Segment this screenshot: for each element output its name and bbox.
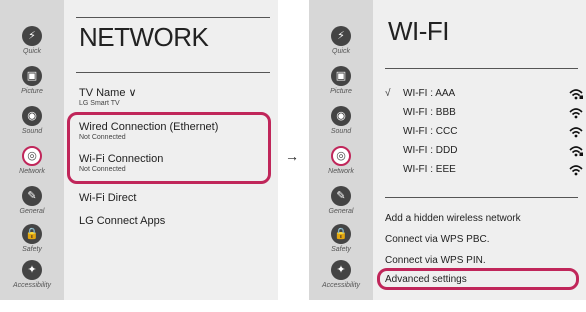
sidebar-item-network[interactable]: ◎ Network <box>0 146 64 175</box>
advanced-settings-option[interactable]: Advanced settings <box>385 274 467 285</box>
safety-icon: 🔒 <box>331 224 351 244</box>
menu-item-status: Not Connected <box>79 166 126 173</box>
wifi-network-name: WI-FI : BBB <box>403 107 456 118</box>
selected-check: √ <box>385 88 391 99</box>
picture-icon: ▣ <box>22 66 42 86</box>
menu-item-label: TV Name ∨ <box>79 87 137 99</box>
wifi-signal-icon <box>569 108 583 119</box>
sidebar-item-sound[interactable]: ◉ Sound <box>0 106 64 135</box>
menu-item-value: LG Smart TV <box>79 100 120 107</box>
sidebar-item-label: Quick <box>23 48 41 55</box>
wifi-locked-icon <box>569 146 583 157</box>
title-divider-bottom <box>76 72 270 73</box>
wifi-network-name: WI-FI : AAA <box>403 88 456 99</box>
sound-icon: ◉ <box>22 106 42 126</box>
sidebar-item-label: Accessibility <box>12 282 52 289</box>
wifi-locked-icon <box>569 89 583 100</box>
network-content: NETWORK TV Name ∨ LG Smart TV Wired Conn… <box>64 0 278 300</box>
sidebar-item-safety[interactable]: 🔒 Safety <box>309 224 373 253</box>
sidebar-item-safety[interactable]: 🔒 Safety <box>0 224 64 253</box>
wifi-network-item[interactable]: WI-FI : BBB <box>385 107 583 122</box>
sidebar-item-sound[interactable]: ◉ Sound <box>309 106 373 135</box>
wifi-network-item[interactable]: WI-FI : DDD <box>385 145 583 160</box>
wifi-network-name: WI-FI : EEE <box>403 164 456 175</box>
sidebar-item-label: Sound <box>330 128 352 135</box>
menu-item-status: Not Connected <box>79 134 126 141</box>
network-settings-panel: ⚡ Quick ▣ Picture ◉ Sound ◎ Network ✎ Ge… <box>0 0 278 300</box>
sidebar-item-accessibility[interactable]: ✦ Accessibility <box>309 260 373 289</box>
picture-icon: ▣ <box>331 66 351 86</box>
menu-item-label: Wi-Fi Direct <box>79 192 137 204</box>
add-hidden-network-option[interactable]: Add a hidden wireless network <box>385 213 521 224</box>
connect-wps-pbc-option[interactable]: Connect via WPS PBC. <box>385 234 489 245</box>
title-divider-bottom <box>385 68 578 69</box>
list-divider <box>385 197 578 198</box>
sidebar-item-label: Picture <box>21 88 43 95</box>
wifi-signal-icon <box>569 165 583 176</box>
connect-wps-pin-option[interactable]: Connect via WPS PIN. <box>385 255 486 266</box>
menu-item-label: Wi-Fi Connection <box>79 153 164 165</box>
safety-icon: 🔒 <box>22 224 42 244</box>
sidebar-item-quick[interactable]: ⚡ Quick <box>309 26 373 55</box>
settings-sidebar: ⚡ Quick ▣ Picture ◉ Sound ◎ Network ✎ Ge… <box>309 0 373 300</box>
accessibility-icon: ✦ <box>22 260 42 280</box>
quick-icon: ⚡ <box>22 26 42 46</box>
accessibility-icon: ✦ <box>331 260 351 280</box>
menu-item-tv-name[interactable]: TV Name ∨ LG Smart TV <box>79 86 137 107</box>
menu-item-wired-connection[interactable]: Wired Connection (Ethernet) Not Connecte… <box>79 121 218 141</box>
sidebar-item-label: Sound <box>21 128 43 135</box>
wifi-network-item[interactable]: WI-FI : CCC <box>385 126 583 141</box>
sidebar-item-label: General <box>328 208 354 215</box>
wifi-network-name: WI-FI : CCC <box>403 126 458 137</box>
sidebar-item-label: Picture <box>330 88 352 95</box>
general-icon: ✎ <box>22 186 42 206</box>
menu-item-wifi-connection[interactable]: Wi-Fi Connection Not Connected <box>79 153 163 173</box>
menu-item-label: Wired Connection (Ethernet) <box>79 121 219 133</box>
sidebar-item-general[interactable]: ✎ General <box>309 186 373 215</box>
wifi-settings-panel: ⚡ Quick ▣ Picture ◉ Sound ◎ Network ✎ Ge… <box>309 0 586 300</box>
page-title: WI-FI <box>388 16 450 46</box>
menu-item-label: LG Connect Apps <box>79 215 166 227</box>
sidebar-item-label: Network <box>328 168 354 175</box>
wifi-network-name: WI-FI : DDD <box>403 145 458 156</box>
transition-arrow: → <box>285 148 299 164</box>
sidebar-item-quick[interactable]: ⚡ Quick <box>0 26 64 55</box>
wifi-signal-icon <box>569 127 583 138</box>
wifi-content: WI-FI √ WI-FI : AAA WI-FI : BBB WI-FI : <box>373 0 586 300</box>
sidebar-item-label: Quick <box>332 48 350 55</box>
sidebar-item-picture[interactable]: ▣ Picture <box>0 66 64 95</box>
sidebar-item-label: Safety <box>22 246 42 253</box>
sidebar-item-label: Accessibility <box>321 282 361 289</box>
sidebar-item-network[interactable]: ◎ Network <box>309 146 373 175</box>
sidebar-item-label: General <box>19 208 45 215</box>
wifi-network-item[interactable]: √ WI-FI : AAA <box>385 88 583 103</box>
sidebar-item-general[interactable]: ✎ General <box>0 186 64 215</box>
sound-icon: ◉ <box>331 106 351 126</box>
title-divider-top <box>76 17 270 18</box>
wifi-network-item[interactable]: WI-FI : EEE <box>385 164 583 179</box>
network-icon: ◎ <box>331 146 351 166</box>
sidebar-item-label: Safety <box>331 246 351 253</box>
network-icon: ◎ <box>22 146 42 166</box>
sidebar-item-picture[interactable]: ▣ Picture <box>309 66 373 95</box>
general-icon: ✎ <box>331 186 351 206</box>
sidebar-item-accessibility[interactable]: ✦ Accessibility <box>0 260 64 289</box>
sidebar-item-label: Network <box>19 168 45 175</box>
settings-sidebar: ⚡ Quick ▣ Picture ◉ Sound ◎ Network ✎ Ge… <box>0 0 64 300</box>
menu-item-lg-connect-apps[interactable]: LG Connect Apps <box>79 215 165 227</box>
page-title: NETWORK <box>79 22 209 52</box>
menu-item-wifi-direct[interactable]: Wi-Fi Direct <box>79 192 136 204</box>
quick-icon: ⚡ <box>331 26 351 46</box>
